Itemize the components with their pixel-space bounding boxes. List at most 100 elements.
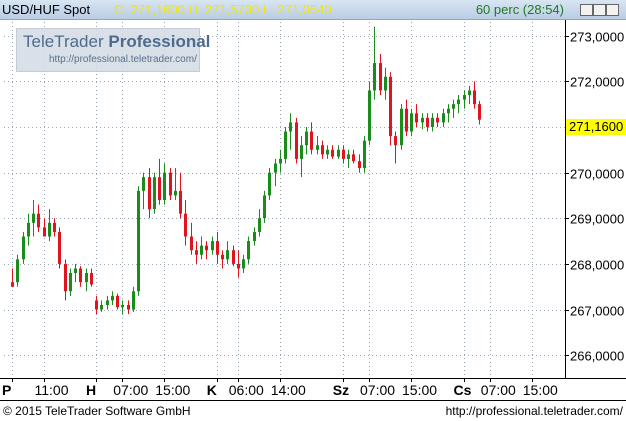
candle-body [148, 177, 151, 210]
candle-body [232, 250, 235, 264]
candle-body [394, 136, 397, 146]
candle-up [247, 236, 250, 264]
candle-body [142, 177, 145, 191]
candle-down [58, 227, 61, 269]
candle-body [368, 90, 371, 141]
candle-body [121, 304, 124, 308]
candle-up [468, 85, 471, 105]
candle-body [79, 268, 82, 283]
candle-down [331, 145, 334, 159]
candle-body [342, 149, 345, 159]
candle-body [53, 222, 56, 232]
candle-down [116, 293, 119, 310]
candle-body [247, 241, 250, 260]
candle-down [158, 158, 161, 205]
x-tick-label: 15:00 [402, 382, 437, 398]
candle-up [226, 241, 229, 264]
candle-up [153, 172, 156, 214]
candle-up [211, 236, 214, 255]
candle-body [58, 231, 61, 264]
candle-body [153, 177, 156, 210]
candle-body [106, 300, 109, 305]
candle-body [415, 113, 418, 123]
candle-down [190, 222, 193, 255]
grid-lines [4, 22, 565, 378]
candle-body [27, 222, 30, 237]
candle-body [326, 149, 329, 155]
candle-up [242, 254, 245, 274]
candle-up [305, 126, 308, 155]
candle-up [121, 300, 124, 315]
candle-body [116, 295, 119, 308]
candle-down [358, 154, 361, 173]
candle-up [32, 200, 35, 237]
y-tick-label: 273,0000 [570, 30, 624, 45]
candle-down [90, 268, 93, 287]
candle-body [163, 172, 166, 200]
candle-up [373, 26, 376, 100]
candle-body [242, 259, 245, 269]
candle-up [337, 145, 340, 159]
candle-body [195, 250, 198, 255]
logo-title: TeleTrader Professional [23, 32, 210, 52]
candle-down [148, 168, 151, 219]
candle-down [64, 259, 67, 301]
candle-body [90, 273, 93, 285]
candle-body [478, 104, 481, 120]
candle-body [284, 131, 287, 159]
candle-body [263, 195, 266, 219]
candle-body [316, 145, 319, 150]
candle-down [478, 100, 481, 125]
x-axis-tick-labels: P 11:00 H 07:00 15:00 K 06:00 14:00 Sz 07:00 15:00… [2, 382, 558, 398]
candle-body [11, 282, 14, 287]
candle-up [106, 295, 109, 310]
candle-body [447, 108, 450, 114]
y-tick-label: 269,0000 [570, 212, 624, 227]
x-tick-label: 07:00 [113, 382, 148, 398]
candle-body [426, 117, 429, 127]
x-tick-label: Cs [454, 382, 472, 398]
candle-body [184, 213, 187, 237]
candle-up [410, 108, 413, 137]
candle-up [69, 268, 72, 296]
candle-down [37, 204, 40, 232]
candle-body [442, 113, 445, 123]
candle-up [289, 113, 292, 150]
candle-body [158, 177, 161, 200]
candle-body [221, 254, 224, 260]
candle-up [27, 213, 30, 246]
candle-body [473, 90, 476, 105]
x-tick-label: 11:00 [35, 382, 69, 398]
last-price-label: 271,1600 [566, 119, 626, 135]
y-tick-label: 270,0000 [570, 167, 624, 182]
x-tick-label: H [86, 382, 96, 398]
candle-up [431, 113, 434, 132]
candle-body [363, 140, 366, 169]
candle-down [321, 140, 324, 159]
candle-up [363, 136, 366, 173]
candle-down [127, 300, 130, 315]
candle-up [263, 190, 266, 223]
candle-body [358, 161, 361, 169]
candle-body [32, 213, 35, 223]
candle-body [431, 117, 434, 127]
candle-body [410, 113, 413, 132]
candle-up [274, 158, 277, 187]
candle-down [179, 172, 182, 219]
candle-body [190, 236, 193, 251]
candle-body [373, 63, 376, 91]
candle-body [137, 190, 140, 292]
candle-down [295, 117, 298, 164]
candle-body [289, 122, 292, 132]
candle-down [379, 53, 382, 96]
candle-body [468, 90, 471, 96]
candle-up [137, 186, 140, 296]
candle-body [237, 263, 240, 269]
candle-down [221, 250, 224, 269]
candle-down [79, 266, 82, 287]
candle-down [436, 113, 439, 127]
candle-body [352, 154, 355, 162]
candle-body [127, 304, 130, 310]
candle-up [316, 136, 319, 155]
candle-body [379, 63, 382, 91]
